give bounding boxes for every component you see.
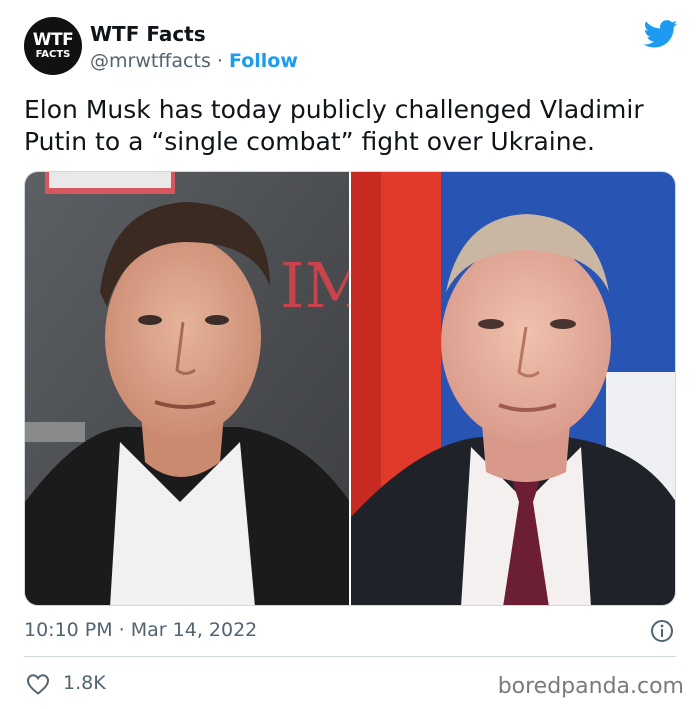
display-name[interactable]: WTF Facts [90, 22, 206, 46]
avatar-line2: FACTS [35, 49, 71, 60]
photo-overlay-text: IM [280, 249, 349, 322]
tweet-timestamp[interactable]: 10:10 PM · Mar 14, 2022 [24, 619, 257, 641]
avatar-line1: WTF [32, 30, 74, 50]
tweet-card: WTF FACTS WTF Facts @mrwtffacts · Follow… [0, 0, 700, 709]
like-count[interactable]: 1.8K [63, 672, 106, 694]
heart-icon[interactable] [26, 673, 50, 695]
separator: · [216, 50, 223, 72]
twitter-bird-icon[interactable] [644, 20, 678, 48]
info-icon[interactable] [650, 619, 674, 643]
divider [24, 656, 676, 657]
photo-right-image [351, 172, 675, 605]
photo-left-image: IM [25, 172, 349, 605]
handle-row: @mrwtffacts · Follow [90, 50, 298, 72]
handle[interactable]: @mrwtffacts [90, 50, 211, 72]
follow-button[interactable]: Follow [229, 50, 298, 72]
avatar[interactable]: WTF FACTS [24, 17, 82, 75]
tweet-text: Elon Musk has today publicly challenged … [24, 95, 644, 156]
watermark: boredpanda.com [497, 674, 684, 699]
tweet-media[interactable]: IM [24, 171, 676, 606]
photo-right[interactable] [351, 172, 675, 605]
photo-left[interactable]: IM [25, 172, 349, 605]
